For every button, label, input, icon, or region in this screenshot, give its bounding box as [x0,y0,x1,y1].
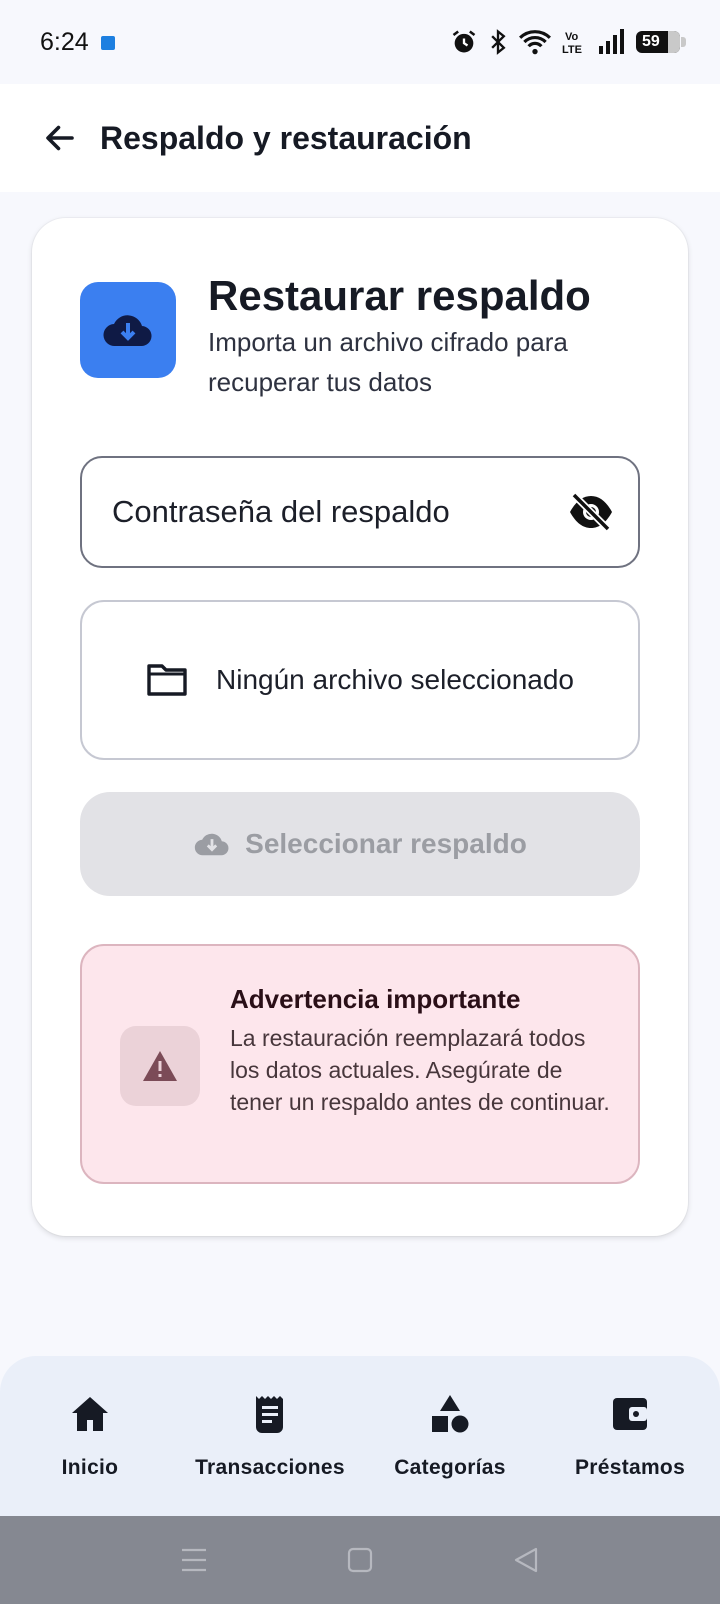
arrow-left-icon [46,125,74,151]
volte-icon: Vo LTE [562,28,588,56]
warning-title: Advertencia importante [230,984,521,1014]
app-notification-icon [100,36,115,50]
svg-text:LTE: LTE [562,44,582,56]
card-subtitle: Importa un archivo cifrado para recupera… [208,327,568,397]
nav-item-inicio[interactable]: Inicio [0,1356,180,1516]
svg-text:Vo: Vo [565,31,579,43]
toggle-visibility-button[interactable] [566,487,616,537]
bluetooth-icon [488,28,508,56]
folder-icon [147,664,187,696]
wallet-icon [611,1392,649,1436]
system-navigation-bar [0,1516,720,1604]
cloud-download-icon [80,282,176,378]
bottom-navigation: Inicio Transacciones Categorías Préstamo… [0,1356,720,1516]
battery-level: 59 [642,33,660,50]
status-icons: Vo LTE 59 [450,28,686,56]
battery-indicator: 59 [636,31,686,53]
card-header: Restaurar respaldo Importa un archivo ci… [80,270,628,402]
warning-body: La restauración reemplazará todos los da… [230,1025,610,1115]
status-bar: 6:24 Vo LTE 59 [0,0,720,84]
top-app-bar: Respaldo y restauración [0,84,720,192]
shapes-icon [430,1392,470,1436]
nav-label: Categorías [394,1456,506,1479]
home-icon [70,1392,110,1436]
status-time: 6:24 [40,27,89,56]
warning-icon [120,1026,200,1106]
triangle-back-icon [514,1547,538,1573]
alarm-icon [450,28,478,56]
nav-label: Inicio [61,1456,119,1479]
select-backup-label: Seleccionar respaldo [245,828,527,859]
home-button[interactable] [342,1542,378,1578]
page-title: Respaldo y restauración [100,119,472,156]
file-picker-area[interactable]: Ningún archivo seleccionado [80,600,640,760]
eye-off-icon [570,492,612,532]
file-status: Ningún archivo seleccionado [216,664,574,695]
square-icon [347,1547,373,1573]
nav-label: Transacciones [195,1456,345,1479]
nav-item-prestamos[interactable]: Préstamos [540,1356,720,1516]
nav-label: Préstamos [574,1456,686,1479]
restore-card: Restaurar respaldo Importa un archivo ci… [32,218,688,1236]
receipt-icon [252,1392,288,1436]
select-backup-button[interactable]: Seleccionar respaldo [80,792,640,896]
card-title: Restaurar respaldo [208,272,591,319]
menu-icon [182,1548,206,1572]
password-field[interactable]: Contraseña del respaldo [80,456,640,568]
warning-box: Advertencia importante La restauración r… [80,944,640,1184]
nav-item-categorias[interactable]: Categorías [360,1356,540,1516]
signal-icon [598,29,626,55]
back-system-button[interactable] [508,1542,544,1578]
wifi-icon [518,28,552,56]
nav-item-transacciones[interactable]: Transacciones [180,1356,360,1516]
cloud-download-icon [195,833,229,856]
menu-button[interactable] [176,1542,212,1578]
back-button[interactable] [40,118,80,158]
password-label: Contraseña del respaldo [112,494,450,529]
